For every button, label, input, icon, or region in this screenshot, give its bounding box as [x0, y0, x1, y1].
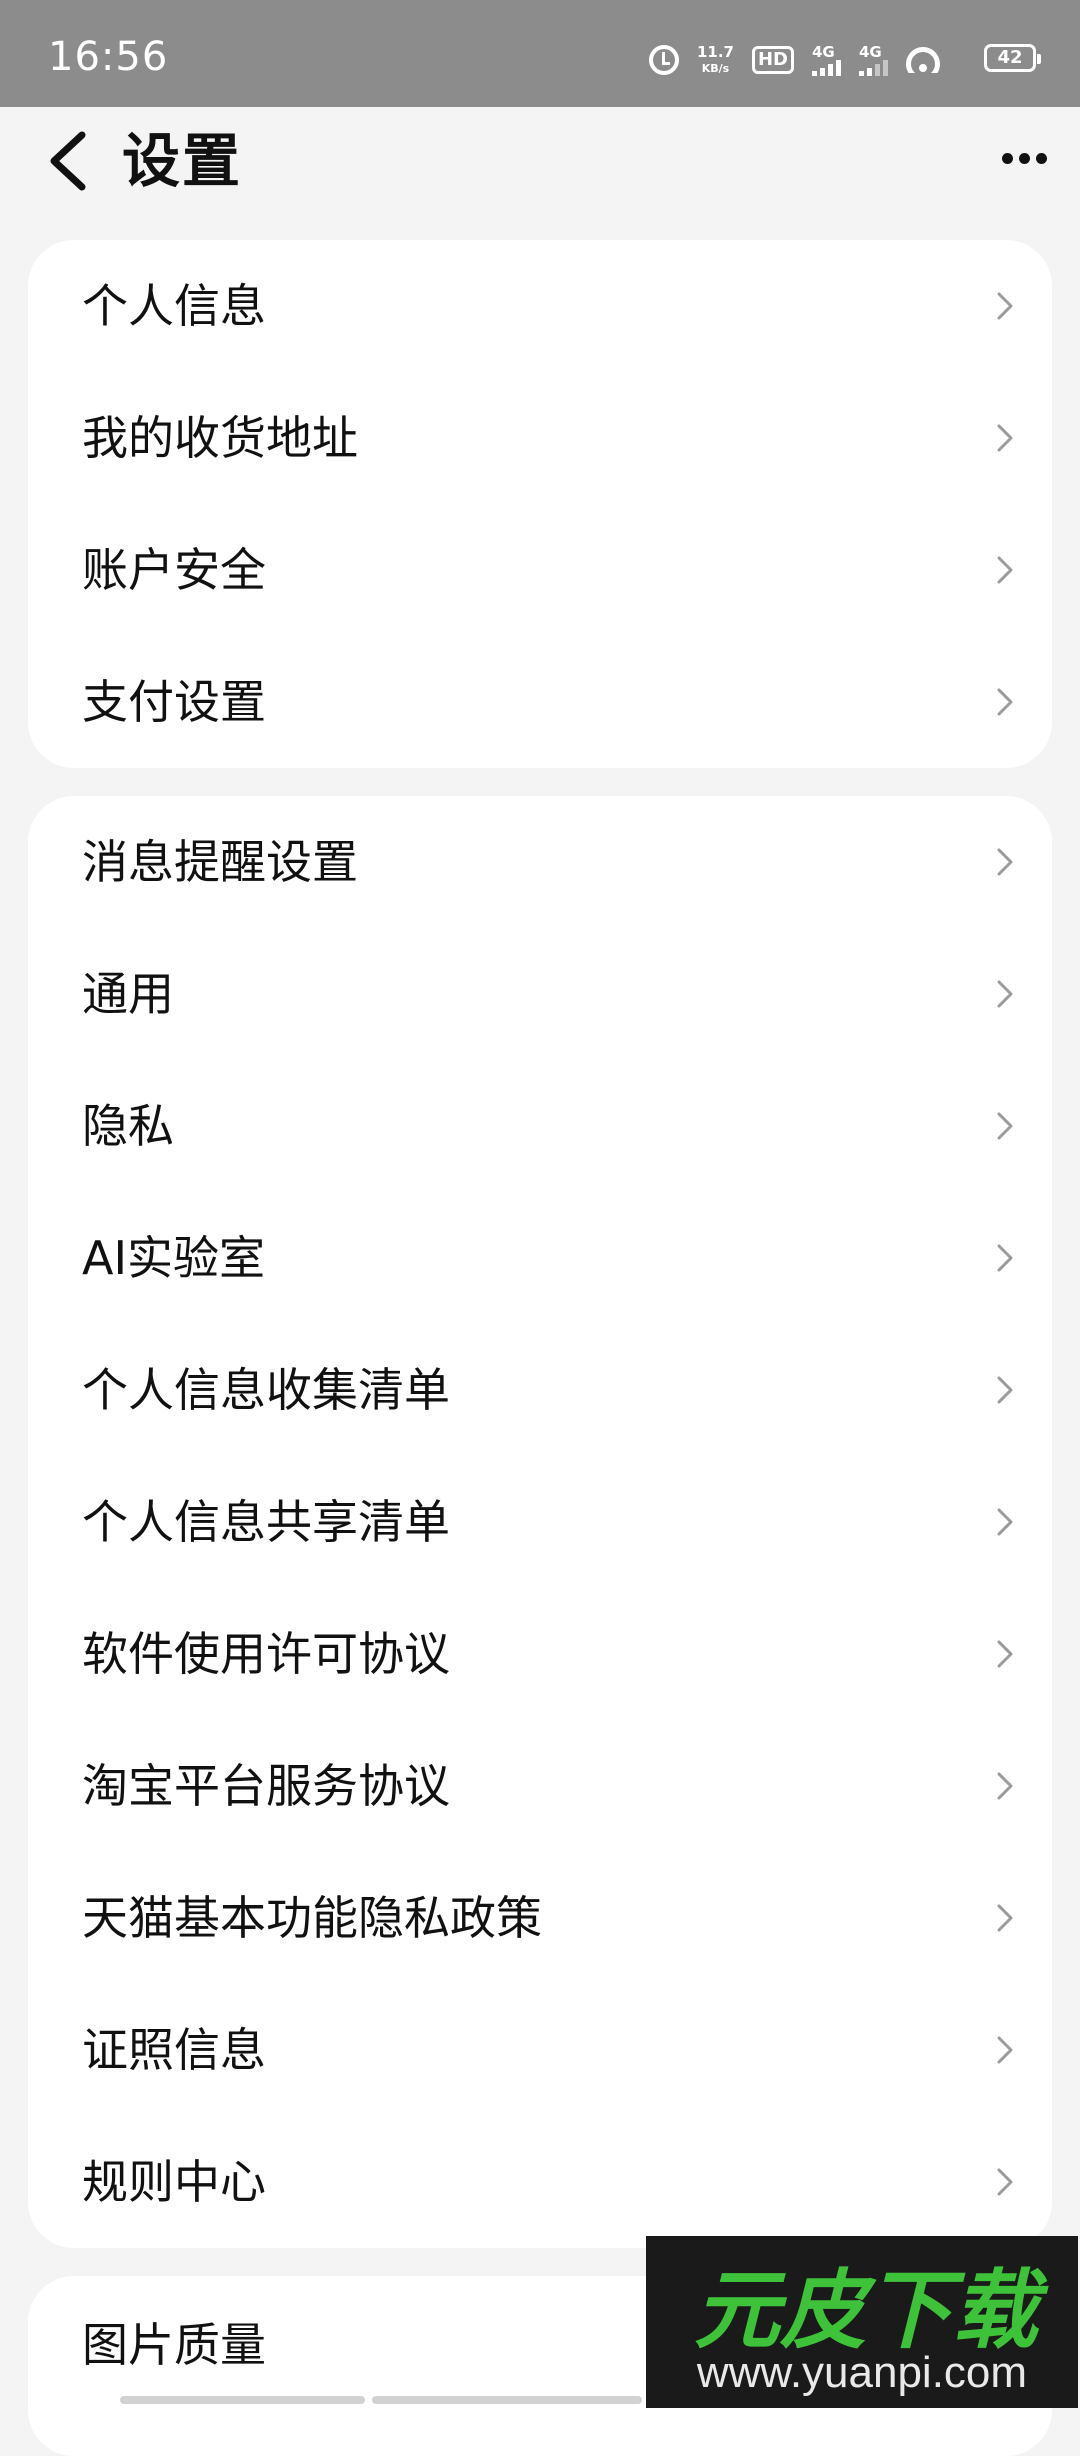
settings-row-label: 淘宝平台服务协议 [82, 1759, 450, 1813]
chevron-right-icon [994, 1242, 1016, 1274]
watermark-logo: 元皮下载 [694, 2261, 1049, 2360]
status-icons: 11.7 KB/s HD 4G 4G [648, 40, 940, 80]
alarm-icon [648, 45, 679, 75]
settings-row-software-license[interactable]: 软件使用许可协议 [28, 1588, 1052, 1720]
title-bar: 设置 [0, 107, 1080, 237]
settings-row-label: 规则中心 [82, 2155, 266, 2209]
wifi-icon [906, 47, 940, 73]
settings-row-privacy-policy[interactable]: 天猫基本功能隐私政策 [28, 1852, 1052, 1984]
settings-row-label: 软件使用许可协议 [82, 1627, 450, 1681]
settings-row-label: 隐私 [82, 1099, 174, 1153]
settings-row-license-info[interactable]: 证照信息 [28, 1984, 1052, 2116]
status-bar: 16:56 11.7 KB/s HD 4G 4G 42 [0, 0, 1080, 107]
home-indicator-left [120, 2396, 365, 2404]
settings-row-label: 消息提醒设置 [82, 835, 358, 889]
page-title: 设置 [122, 127, 243, 195]
settings-row-label: 个人信息 [82, 279, 266, 333]
settings-group-account: 个人信息 我的收货地址 账户安全 支付设置 [28, 240, 1052, 768]
settings-row-label: 我的收货地址 [82, 411, 358, 465]
chevron-right-icon [994, 846, 1016, 878]
settings-row-ai-lab[interactable]: AI实验室 [28, 1192, 1052, 1324]
settings-row-privacy[interactable]: 隐私 [28, 1060, 1052, 1192]
settings-row-account-security[interactable]: 账户安全 [28, 504, 1052, 636]
chevron-right-icon [994, 1638, 1016, 1670]
chevron-right-icon [994, 1902, 1016, 1934]
settings-row-info-sharing-list[interactable]: 个人信息共享清单 [28, 1456, 1052, 1588]
settings-row-platform-agreement[interactable]: 淘宝平台服务协议 [28, 1720, 1052, 1852]
sim1-network-type: 4G [812, 43, 835, 61]
more-dots-icon [1001, 152, 1013, 164]
chevron-right-icon [994, 2034, 1016, 2066]
settings-row-label: 个人信息收集清单 [82, 1363, 450, 1417]
more-options-button[interactable] [994, 133, 1054, 183]
battery-level: 42 [997, 47, 1023, 68]
settings-row-shipping-address[interactable]: 我的收货地址 [28, 372, 1052, 504]
settings-row-personal-info[interactable]: 个人信息 [28, 240, 1052, 372]
chevron-right-icon [994, 422, 1016, 454]
hd-voice-icon: HD [751, 46, 794, 74]
signal-sim2-icon: 4G [859, 44, 888, 76]
watermark: 元皮下载 www.yuanpi.com [646, 2236, 1078, 2408]
chevron-right-icon [994, 1506, 1016, 1538]
settings-row-payment-settings[interactable]: 支付设置 [28, 636, 1052, 768]
settings-row-general[interactable]: 通用 [28, 928, 1052, 1060]
settings-row-label: 天猫基本功能隐私政策 [82, 1891, 542, 1945]
back-button[interactable] [42, 121, 98, 201]
settings-row-label: 账户安全 [82, 543, 266, 597]
settings-row-label: 证照信息 [82, 2023, 266, 2077]
settings-row-label: 通用 [82, 967, 174, 1021]
network-speed: 11.7 KB/s [696, 42, 734, 76]
chevron-right-icon [994, 686, 1016, 718]
sim2-network-type: 4G [859, 43, 882, 61]
more-dot [1018, 152, 1030, 164]
network-speed-value: 11.7 [696, 42, 734, 61]
settings-row-label: 支付设置 [82, 675, 266, 729]
signal-sim1-icon: 4G [812, 44, 841, 76]
battery-icon: 42 [984, 44, 1041, 72]
settings-row-notifications[interactable]: 消息提醒设置 [28, 796, 1052, 928]
settings-row-rules-center[interactable]: 规则中心 [28, 2116, 1052, 2248]
network-speed-unit: KB/s [701, 61, 730, 75]
settings-row-label: 图片质量 [82, 2318, 266, 2372]
chevron-right-icon [994, 554, 1016, 586]
home-indicator-right [372, 2396, 642, 2404]
chevron-right-icon [994, 290, 1016, 322]
chevron-right-icon [994, 1770, 1016, 1802]
watermark-url: www.yuanpi.com [696, 2348, 1028, 2397]
settings-row-label: 个人信息共享清单 [82, 1495, 450, 1549]
chevron-right-icon [994, 2166, 1016, 2198]
more-dot [1035, 152, 1047, 164]
settings-row-info-collection-list[interactable]: 个人信息收集清单 [28, 1324, 1052, 1456]
settings-row-label: AI实验室 [82, 1231, 266, 1285]
chevron-right-icon [994, 978, 1016, 1010]
chevron-left-icon [50, 131, 86, 191]
chevron-right-icon [994, 1110, 1016, 1142]
chevron-right-icon [994, 1374, 1016, 1406]
clock-time: 16:56 [48, 34, 169, 80]
watermark-logo-text: 元皮下载 [694, 2261, 1049, 2360]
settings-group-general: 消息提醒设置 通用 隐私 AI实验室 个人信息收集清单 个人信息共享清单 软件使… [28, 796, 1052, 2248]
